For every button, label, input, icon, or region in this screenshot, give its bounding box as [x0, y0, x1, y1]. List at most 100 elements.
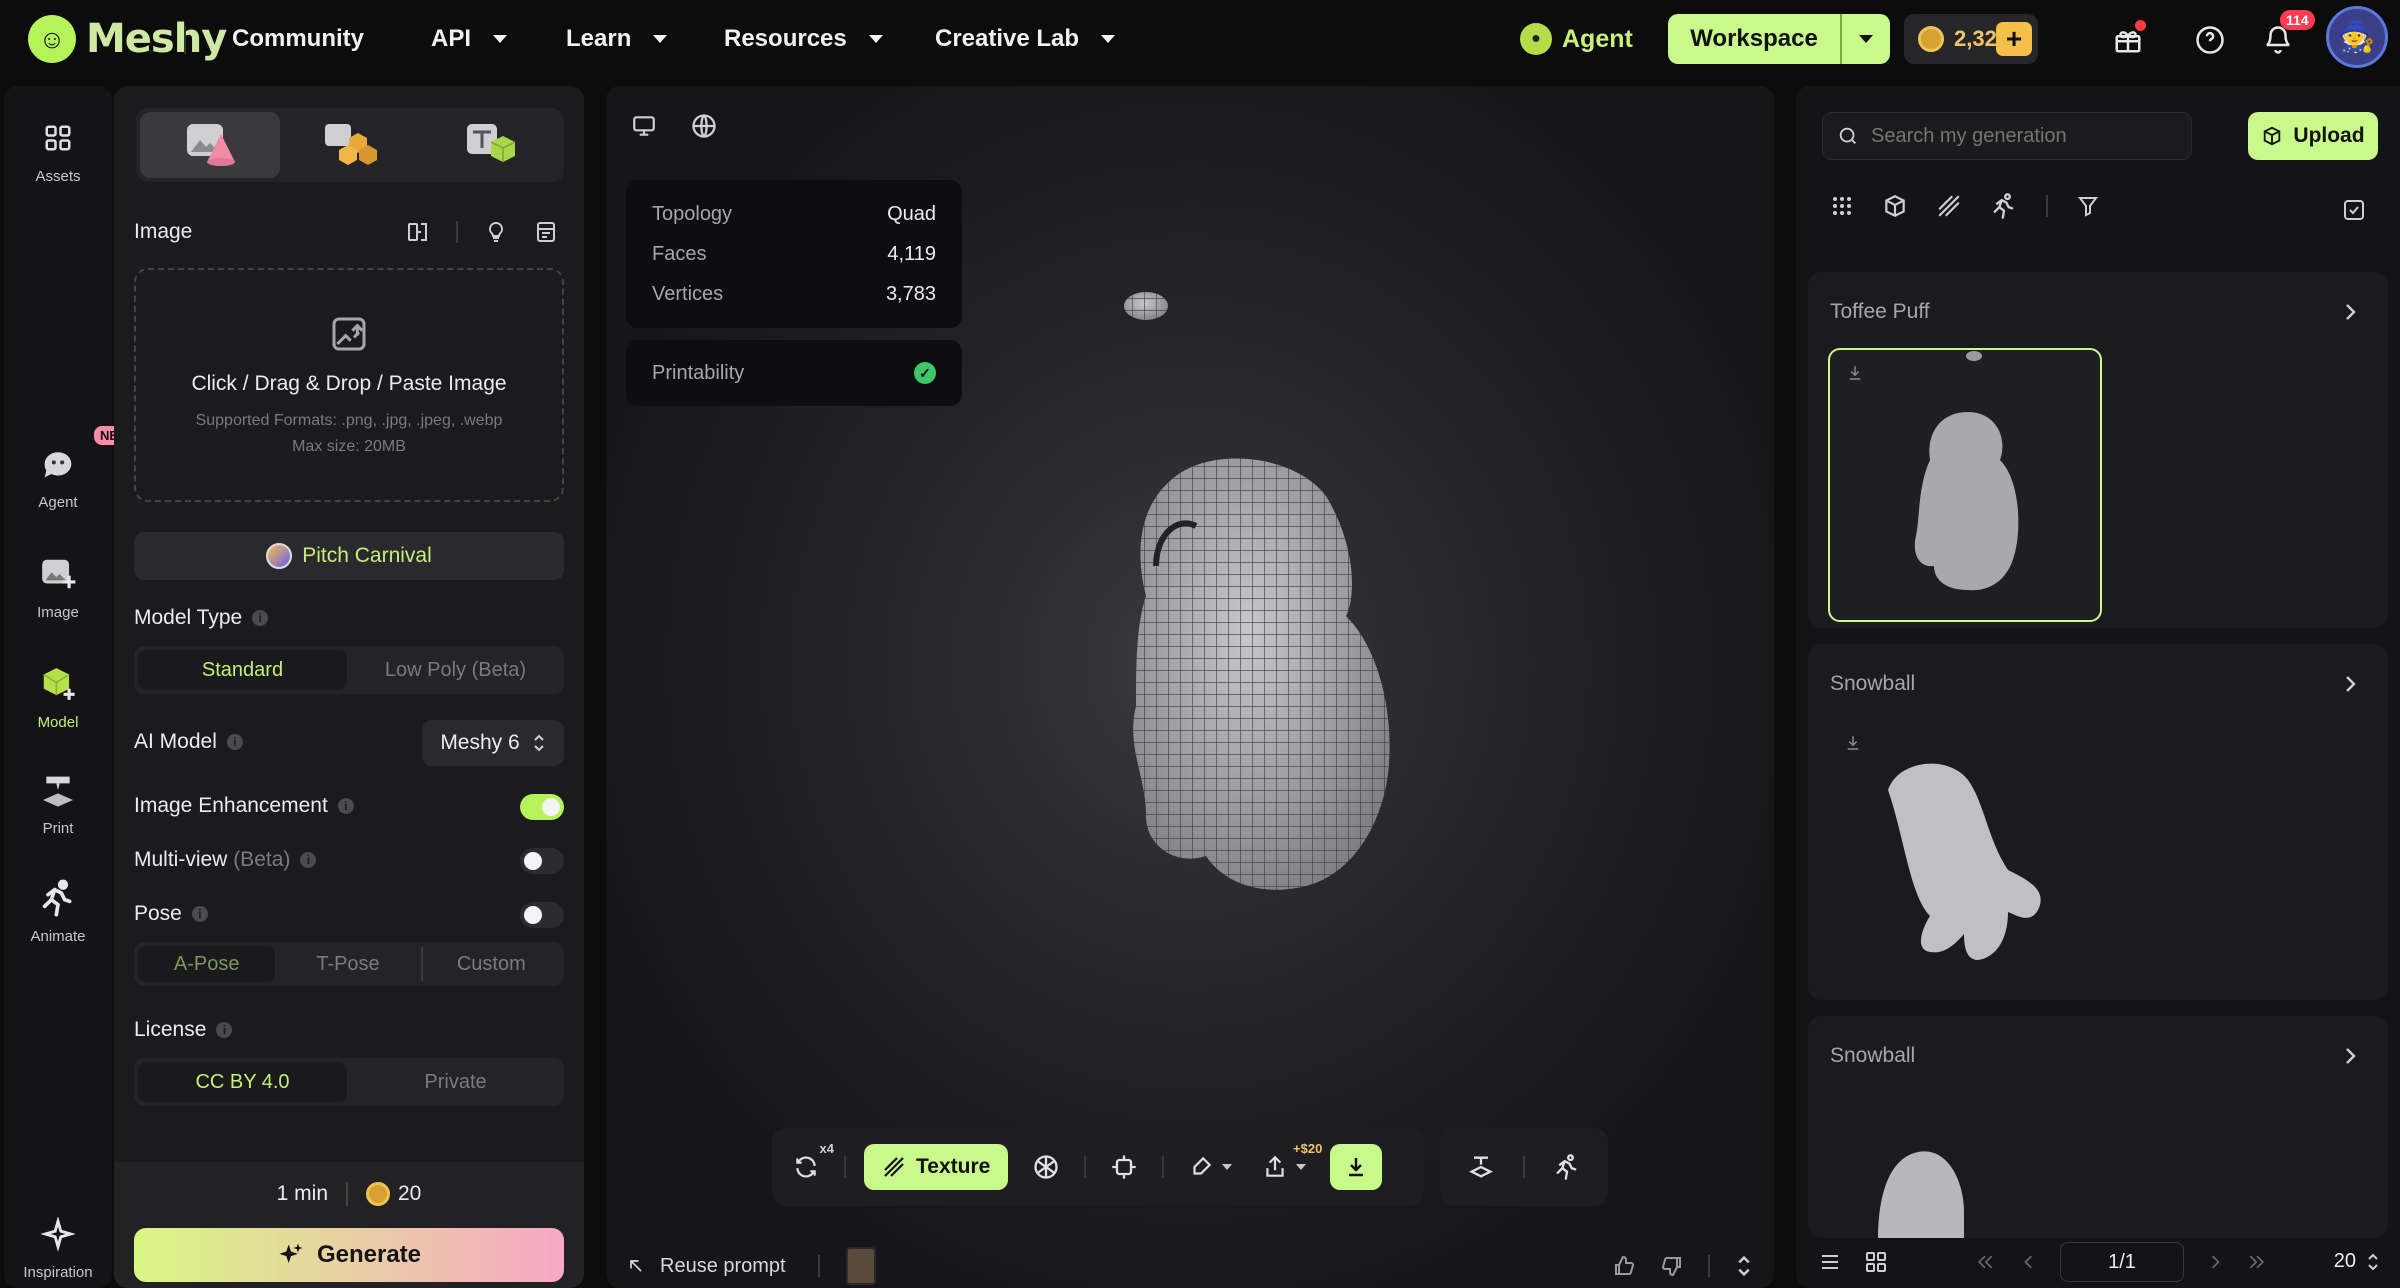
rail-item-inspiration[interactable]: Inspiration — [4, 1212, 112, 1281]
add-credits-button[interactable]: + — [1996, 22, 2032, 56]
nav-community[interactable]: Community — [232, 0, 364, 78]
pose-t-pose[interactable]: T-Pose — [279, 946, 416, 982]
gift-button[interactable] — [2110, 20, 2146, 58]
multiview-label: Multi-view (Beta) i — [134, 848, 317, 872]
chevron-updown-icon[interactable] — [1734, 1254, 1754, 1278]
search-box[interactable] — [1822, 112, 2192, 160]
tab-image-to-3d[interactable] — [140, 112, 280, 178]
running-icon[interactable] — [1990, 192, 2018, 220]
generation-thumbnail[interactable] — [1828, 720, 2102, 994]
help-button[interactable] — [2192, 22, 2228, 58]
pomeranian-thumbnail — [1888, 763, 2041, 960]
reuse-prompt-button[interactable]: Reuse prompt — [626, 1255, 786, 1278]
remesh-button[interactable]: x4 — [786, 1141, 834, 1187]
chevron-right-icon[interactable] — [2342, 1046, 2358, 1066]
split-view-icon[interactable] — [406, 220, 430, 244]
pose-a-pose[interactable]: A-Pose — [138, 946, 276, 982]
pose-toggle[interactable] — [520, 902, 564, 928]
rig-button[interactable] — [1026, 1147, 1066, 1187]
pose-custom[interactable]: Custom — [420, 946, 560, 982]
tab-multi-image[interactable] — [280, 112, 420, 178]
rail-item-model[interactable]: Model — [4, 662, 112, 731]
generation-card[interactable]: Snowball — [1808, 644, 2388, 1000]
per-page-select[interactable]: 20 — [2334, 1250, 2380, 1273]
workspace-button[interactable]: Workspace — [1668, 14, 1840, 64]
generation-card[interactable]: Toffee Puff — [1808, 272, 2388, 628]
ai-model-select[interactable]: Meshy 6 — [422, 720, 564, 766]
user-avatar[interactable]: 🧙 — [2326, 6, 2388, 68]
workspace-dropdown[interactable] — [1840, 14, 1890, 64]
download-button[interactable] — [1330, 1144, 1383, 1190]
generate-button[interactable]: Generate — [134, 1228, 564, 1282]
grid-dots-icon[interactable] — [1830, 194, 1854, 218]
animate-button[interactable] — [1547, 1147, 1587, 1187]
image-dropzone[interactable]: Click / Drag & Drop / Paste Image Suppor… — [134, 268, 564, 502]
printability-indicator[interactable]: Printability ✓ — [626, 340, 962, 406]
rail-item-animate[interactable]: Animate — [4, 876, 112, 945]
nav-api[interactable]: API — [431, 0, 508, 78]
image-section-tools — [406, 220, 558, 244]
download-icon[interactable] — [1846, 364, 1864, 382]
rail-item-agent[interactable]: NEW Agent — [4, 426, 137, 511]
filter-icon[interactable] — [2076, 194, 2100, 218]
model-type-standard[interactable]: Standard — [138, 650, 347, 690]
cubes-icon — [325, 124, 377, 165]
transform-button[interactable] — [1104, 1147, 1144, 1187]
nav-creative-lab[interactable]: Creative Lab — [935, 0, 1116, 78]
credits-pill[interactable]: 2,320 + — [1904, 14, 2038, 64]
generation-thumbnail[interactable] — [1828, 348, 2102, 622]
image-enhancement-toggle[interactable] — [520, 794, 564, 820]
model-viewer[interactable]: Topology Quad Faces 4,119 Vertices 3,783 Pr… — [606, 86, 1774, 1288]
rail-item-assets[interactable]: Assets — [4, 116, 112, 185]
tab-text-to-3d[interactable] — [420, 112, 560, 178]
thumbs-down-icon[interactable] — [1660, 1254, 1684, 1278]
cube-icon[interactable] — [1882, 193, 1908, 219]
nav-label: API — [431, 25, 472, 52]
agent-link[interactable]: ● Agent — [1520, 20, 1633, 58]
edit-tool-dropdown[interactable] — [1182, 1147, 1238, 1187]
rail-item-print[interactable]: Print — [4, 768, 112, 837]
select-all-checkbox-icon[interactable] — [2342, 198, 2366, 222]
chevron-right-icon[interactable] — [2342, 302, 2358, 322]
list-view-icon[interactable] — [1818, 1250, 1842, 1274]
prev-page-icon[interactable] — [2020, 1252, 2036, 1272]
rail-item-image[interactable]: Image — [4, 552, 112, 621]
download-icon[interactable] — [1844, 734, 1862, 752]
upload-button[interactable]: Upload — [2248, 112, 2378, 160]
printability-label: Printability — [652, 361, 745, 384]
nav-learn[interactable]: Learn — [566, 0, 668, 78]
rail-label: Agent — [38, 494, 78, 511]
page-indicator[interactable]: 1/1 — [2060, 1242, 2184, 1282]
dropzone-hint: Supported Formats: .png, .jpg, .jpeg, .w… — [196, 408, 503, 460]
texture-button[interactable]: Texture — [864, 1144, 1009, 1190]
notes-icon[interactable] — [534, 220, 558, 244]
thumbs-up-icon[interactable] — [1612, 1254, 1636, 1278]
next-page-icon[interactable] — [2208, 1252, 2224, 1272]
source-image-thumbnail[interactable] — [845, 1247, 876, 1285]
last-page-icon[interactable] — [2246, 1252, 2268, 1272]
pitch-carnival-banner[interactable]: Pitch Carnival — [134, 532, 564, 580]
export-dropdown[interactable]: +$20 — [1256, 1141, 1322, 1187]
notifications-button[interactable]: 114 — [2260, 10, 2315, 58]
lightbulb-icon[interactable] — [484, 220, 508, 244]
generation-card[interactable]: Snowball — [1808, 1016, 2388, 1238]
license-cc-by[interactable]: CC BY 4.0 — [138, 1062, 347, 1102]
meshy-logo[interactable]: ☺ Meshy — [28, 14, 227, 64]
display-mode-button[interactable] — [626, 108, 662, 144]
nav-label: Creative Lab — [935, 25, 1080, 52]
environment-button[interactable] — [686, 108, 722, 144]
chevron-right-icon[interactable] — [2342, 674, 2358, 694]
grid-view-icon[interactable] — [1864, 1250, 1888, 1274]
upload-cube-icon — [2264, 126, 2281, 146]
model-type-low-poly[interactable]: Low Poly (Beta) — [351, 650, 560, 690]
license-private[interactable]: Private — [351, 1062, 560, 1102]
print-setup-button[interactable] — [1461, 1147, 1501, 1187]
multiview-toggle[interactable] — [520, 848, 564, 874]
search-input[interactable] — [1871, 124, 2171, 148]
info-icon: i — [216, 1022, 233, 1039]
texture-icon[interactable] — [1936, 193, 1962, 219]
nav-resources[interactable]: Resources — [724, 0, 883, 78]
remesh-count: x4 — [819, 1141, 834, 1156]
first-page-icon[interactable] — [1974, 1252, 1996, 1272]
mesh-network-icon — [1034, 1155, 1058, 1179]
